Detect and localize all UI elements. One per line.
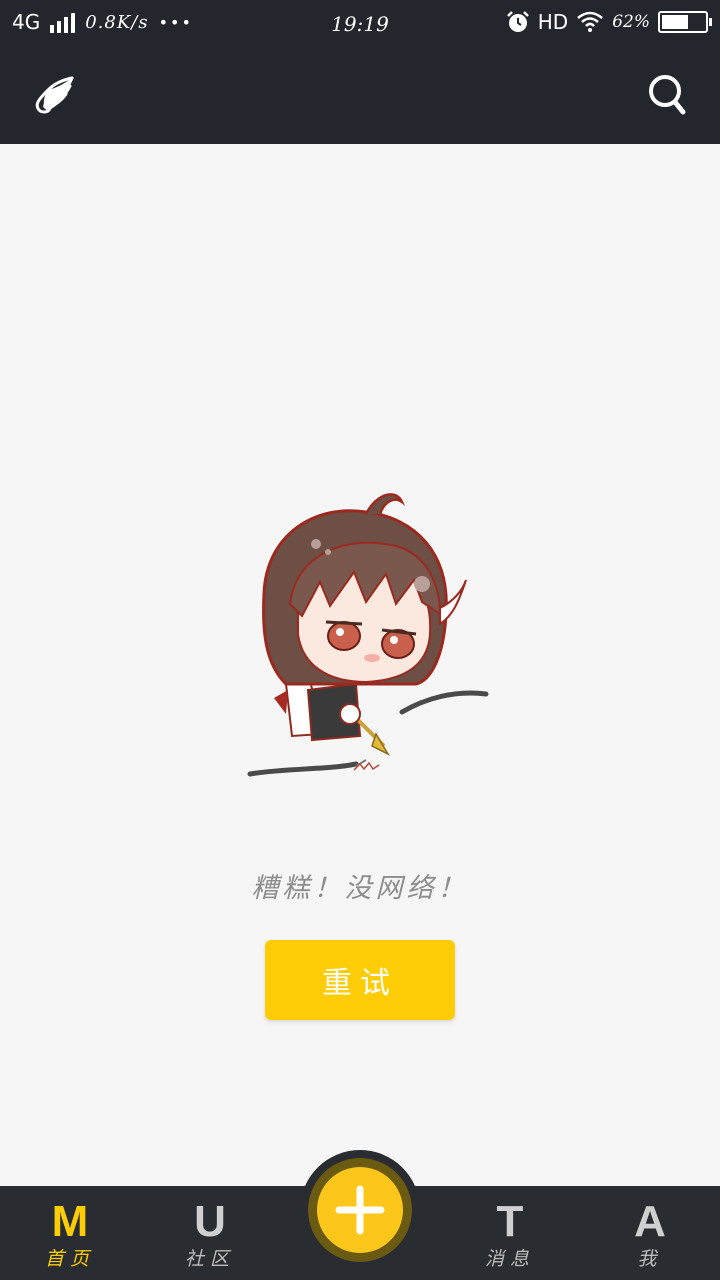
- tab-me[interactable]: A 我: [590, 1186, 710, 1280]
- create-post-button[interactable]: [308, 1158, 412, 1262]
- wifi-icon: [577, 11, 604, 32]
- tab-me-label: 我: [637, 1248, 663, 1270]
- tab-messages[interactable]: T 消息: [450, 1186, 570, 1280]
- home-tab-icon: M: [51, 1197, 89, 1246]
- retry-button[interactable]: 重试: [265, 940, 455, 1020]
- community-tab-icon: U: [194, 1197, 226, 1246]
- tab-community-label: 社区: [184, 1248, 235, 1270]
- alarm-icon: [506, 11, 529, 32]
- me-tab-icon: A: [634, 1197, 666, 1246]
- battery-percent: 62%: [612, 12, 650, 32]
- hd-indicator: HD: [537, 10, 569, 34]
- error-mascot-illustration: [247, 493, 489, 777]
- search-icon[interactable]: [648, 74, 686, 116]
- battery-fill: [662, 15, 689, 29]
- tab-home-label: 首页: [44, 1248, 95, 1270]
- battery-icon: [658, 11, 712, 33]
- messages-tab-icon: T: [496, 1197, 524, 1246]
- status-right: HD 62%: [506, 10, 712, 34]
- tab-home[interactable]: M 首页: [10, 1186, 130, 1280]
- wing-icon[interactable]: [32, 74, 76, 118]
- status-bar: 4G 0.8K/s ••• 19:19 HD 62%: [0, 0, 720, 48]
- error-message: 糟糕！没网络！: [251, 873, 469, 904]
- fab-inner: [317, 1167, 403, 1253]
- app-header: [0, 48, 720, 144]
- tab-messages-label: 消息: [484, 1248, 535, 1270]
- main-content: 糟糕！没网络！ 重试: [0, 144, 720, 1186]
- plus-icon: [335, 1185, 385, 1235]
- tab-community[interactable]: U 社区: [150, 1186, 270, 1280]
